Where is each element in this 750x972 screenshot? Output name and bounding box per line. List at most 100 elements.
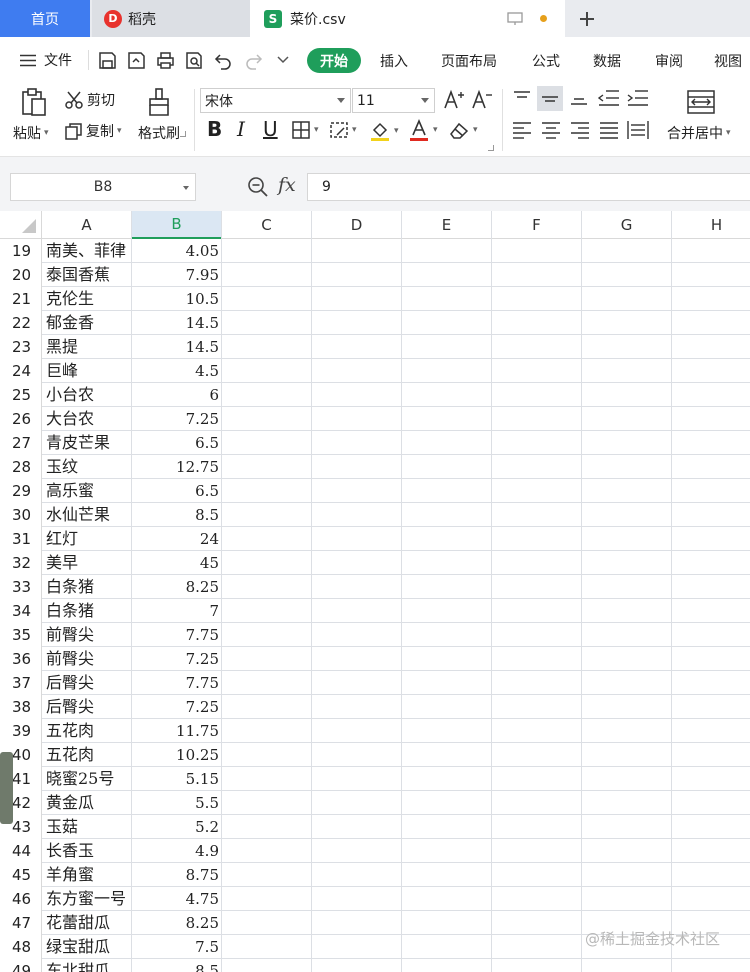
- cell-b[interactable]: 7.75: [132, 623, 222, 647]
- cell-a[interactable]: 巨峰: [42, 359, 132, 383]
- cell-b[interactable]: 6.5: [132, 431, 222, 455]
- cell-b[interactable]: 24: [132, 527, 222, 551]
- tab-insert[interactable]: 插入: [380, 51, 408, 71]
- row-header[interactable]: 19: [0, 239, 42, 263]
- cell-b[interactable]: 7.5: [132, 935, 222, 959]
- cell-a[interactable]: 花蕾甜瓜: [42, 911, 132, 935]
- print-preview-button[interactable]: [183, 49, 205, 71]
- cell-a[interactable]: 玉纹: [42, 455, 132, 479]
- cell-a[interactable]: 高乐蜜: [42, 479, 132, 503]
- cell-a[interactable]: 五花肉: [42, 719, 132, 743]
- cell-b[interactable]: 45: [132, 551, 222, 575]
- tab-formulas[interactable]: 公式: [532, 51, 560, 71]
- cell-b[interactable]: 7.25: [132, 695, 222, 719]
- justify-button[interactable]: [599, 121, 619, 139]
- redo-button[interactable]: [242, 49, 264, 71]
- cell-b[interactable]: 10.25: [132, 743, 222, 767]
- cell-a[interactable]: 郁金香: [42, 311, 132, 335]
- cell-a[interactable]: 红灯: [42, 527, 132, 551]
- insert-function-button[interactable]: fx: [278, 174, 296, 196]
- cell-b[interactable]: 10.5: [132, 287, 222, 311]
- cell-b[interactable]: 8.25: [132, 911, 222, 935]
- name-box[interactable]: B8: [10, 173, 196, 201]
- cell-a[interactable]: 晓蜜25号: [42, 767, 132, 791]
- cell-a[interactable]: 白条猪: [42, 599, 132, 623]
- tab-view[interactable]: 视图: [714, 51, 742, 71]
- column-header-e[interactable]: E: [402, 211, 492, 239]
- format-painter-button[interactable]: 格式刷: [138, 123, 180, 143]
- align-middle-button[interactable]: [537, 86, 563, 111]
- cell-b[interactable]: 5.15: [132, 767, 222, 791]
- column-header-d[interactable]: D: [312, 211, 402, 239]
- spreadsheet-grid[interactable]: ABCDEFGH 19 南美、菲律 4.05 20 泰国香蕉 7.95 21 克伦生 10.5 2…: [0, 211, 750, 972]
- fill-color-button[interactable]: ▾: [369, 120, 399, 142]
- increase-indent-button[interactable]: [627, 89, 649, 107]
- align-top-button[interactable]: [513, 89, 531, 107]
- font-expand-icon[interactable]: [488, 145, 494, 151]
- cell-b[interactable]: 7.25: [132, 407, 222, 431]
- row-header[interactable]: 47: [0, 911, 42, 935]
- row-header[interactable]: 38: [0, 695, 42, 719]
- cell-style-button[interactable]: ▾: [329, 120, 357, 140]
- zoom-formula-icon[interactable]: [247, 176, 269, 198]
- merge-center-button[interactable]: 合并居中 ▾: [667, 123, 731, 143]
- tab-data[interactable]: 数据: [593, 51, 621, 71]
- cell-b[interactable]: 8.5: [132, 959, 222, 972]
- side-panel-grip[interactable]: [0, 752, 13, 824]
- row-header[interactable]: 46: [0, 887, 42, 911]
- cell-b[interactable]: 6.5: [132, 479, 222, 503]
- cell-a[interactable]: 前臀尖: [42, 623, 132, 647]
- align-right-button[interactable]: [570, 121, 590, 139]
- cell-a[interactable]: 后臀尖: [42, 671, 132, 695]
- align-bottom-button[interactable]: [570, 89, 588, 107]
- clear-format-button[interactable]: ▾: [448, 120, 478, 140]
- row-header[interactable]: 33: [0, 575, 42, 599]
- column-header-f[interactable]: F: [492, 211, 582, 239]
- cell-b[interactable]: 4.9: [132, 839, 222, 863]
- tab-review[interactable]: 审阅: [655, 51, 683, 71]
- cell-a[interactable]: 大台农: [42, 407, 132, 431]
- row-header[interactable]: 30: [0, 503, 42, 527]
- cell-a[interactable]: 后臀尖: [42, 695, 132, 719]
- row-header[interactable]: 48: [0, 935, 42, 959]
- cell-b[interactable]: 7.95: [132, 263, 222, 287]
- row-header[interactable]: 32: [0, 551, 42, 575]
- row-header[interactable]: 22: [0, 311, 42, 335]
- row-header[interactable]: 45: [0, 863, 42, 887]
- font-name-select[interactable]: 宋体: [200, 88, 351, 113]
- print-button[interactable]: [154, 49, 176, 71]
- column-header-a[interactable]: A: [42, 211, 132, 239]
- save-button[interactable]: [96, 49, 118, 71]
- export-pdf-button[interactable]: [125, 49, 147, 71]
- cell-a[interactable]: 五花肉: [42, 743, 132, 767]
- monitor-icon[interactable]: [507, 12, 523, 26]
- decrease-font-button[interactable]: [471, 88, 493, 110]
- cell-b[interactable]: 4.05: [132, 239, 222, 263]
- cell-b[interactable]: 11.75: [132, 719, 222, 743]
- cell-b[interactable]: 8.25: [132, 575, 222, 599]
- tab-file[interactable]: S 菜价.csv: [250, 0, 565, 37]
- row-header[interactable]: 39: [0, 719, 42, 743]
- cell-a[interactable]: 美早: [42, 551, 132, 575]
- cell-a[interactable]: 黄金瓜: [42, 791, 132, 815]
- cell-a[interactable]: 小台农: [42, 383, 132, 407]
- cell-b[interactable]: 8.5: [132, 503, 222, 527]
- cell-b[interactable]: 7.25: [132, 647, 222, 671]
- tab-page-layout[interactable]: 页面布局: [441, 51, 497, 71]
- bold-button[interactable]: B: [207, 117, 222, 141]
- row-header[interactable]: 44: [0, 839, 42, 863]
- cell-b[interactable]: 5.5: [132, 791, 222, 815]
- file-menu-button[interactable]: 文件: [20, 50, 72, 70]
- cell-b[interactable]: 4.5: [132, 359, 222, 383]
- column-header-c[interactable]: C: [222, 211, 312, 239]
- decrease-indent-button[interactable]: [598, 89, 620, 107]
- cell-b[interactable]: 12.75: [132, 455, 222, 479]
- cell-b[interactable]: 14.5: [132, 311, 222, 335]
- row-header[interactable]: 37: [0, 671, 42, 695]
- row-header[interactable]: 34: [0, 599, 42, 623]
- align-left-button[interactable]: [512, 121, 532, 139]
- cell-a[interactable]: 羊角蜜: [42, 863, 132, 887]
- row-header[interactable]: 28: [0, 455, 42, 479]
- font-size-select[interactable]: 11: [352, 88, 435, 113]
- quick-access-more-button[interactable]: [272, 49, 294, 71]
